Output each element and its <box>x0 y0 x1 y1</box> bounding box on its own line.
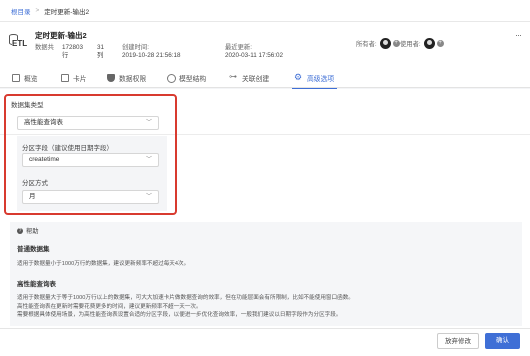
more-options-icon[interactable]: ··· <box>515 30 522 40</box>
rows-value: 172803 <box>62 44 84 51</box>
cols-unit: 列 <box>97 52 104 59</box>
tab-association-create[interactable]: 关联创建 <box>229 68 270 88</box>
updated-value: 2020-03-11 17:56:02 <box>225 52 284 59</box>
help-section2-line3: 需要根据具体使用场景，为高性能查询表设置合适的分区字段，以便进一步优化查询效率，… <box>17 312 342 318</box>
breadcrumb-root-link[interactable]: 根目录 <box>11 6 31 16</box>
discard-changes-button[interactable]: 放弃修改 <box>437 333 479 349</box>
created-value: 2019-10-28 21:56:18 <box>122 52 181 59</box>
breadcrumb: 根目录 > 定时更新-输出2 <box>0 0 530 22</box>
gear-icon <box>294 72 303 83</box>
updated-label: 最近更新: <box>225 44 252 51</box>
rows-unit: 行 <box>62 52 69 59</box>
help-title-text: 帮助 <box>26 228 39 235</box>
rows-label: 数据共 <box>35 44 54 51</box>
tab-model-structure-label: 模型结构 <box>179 76 207 83</box>
owner-avatar[interactable] <box>379 38 391 49</box>
tab-cards-label: 卡片 <box>73 76 87 83</box>
user-avatar[interactable] <box>423 38 435 49</box>
help-section2-line1: 适用于数据量大于等于1000万行以上的数据集，可大大加速卡片做数据查询的效率，但… <box>17 295 354 301</box>
tab-overview[interactable]: 概览 <box>12 68 38 88</box>
etl-icon: ETL <box>9 34 29 50</box>
tab-advanced-options[interactable]: 高级选项 <box>291 68 338 89</box>
help-section2-heading: 高性能查询表 <box>17 281 56 288</box>
help-section1-text: 适用于数据量小于1000万行的数据集，建议更新频率不超过每天4次。 <box>17 261 190 267</box>
overview-icon <box>12 74 20 82</box>
breadcrumb-current: 定时更新-输出2 <box>44 8 90 16</box>
add-owner-icon[interactable]: + <box>392 40 400 47</box>
help-section2-line2: 高性能查询表在更新时需要花费更多的时间，建议更新频率不超一天一次。 <box>17 304 202 310</box>
tab-advanced-options-label: 高级选项 <box>307 76 335 83</box>
tab-model-structure[interactable]: 模型结构 <box>167 68 206 88</box>
page-title: 定时更新-输出2 <box>35 31 87 40</box>
user-label: 使用者: <box>400 41 421 48</box>
add-user-icon[interactable]: + <box>436 40 444 47</box>
tab-data-permission-label: 数据权限 <box>119 76 147 83</box>
owner-section: 所有者: + <box>356 38 400 49</box>
owner-label: 所有者: <box>356 41 377 48</box>
breadcrumb-separator: > <box>35 7 40 14</box>
cols-value: 31 <box>97 44 105 51</box>
shield-icon <box>107 74 115 82</box>
tab-association-create-label: 关联创建 <box>242 76 270 83</box>
card-icon <box>61 74 69 82</box>
model-icon <box>167 74 176 83</box>
help-icon: ? <box>17 227 23 234</box>
tab-data-permission[interactable]: 数据权限 <box>107 68 146 88</box>
confirm-button[interactable]: 确认 <box>485 333 520 349</box>
user-section: 使用者: + <box>400 38 444 49</box>
help-section1-heading: 普通数据集 <box>17 246 50 253</box>
tab-overview-label: 概览 <box>24 76 38 83</box>
help-title: ? 帮助 <box>17 226 39 235</box>
link-icon <box>229 72 238 82</box>
highlight-box <box>4 94 177 215</box>
tab-cards[interactable]: 卡片 <box>61 68 87 88</box>
created-label: 创建时间: <box>122 44 149 51</box>
